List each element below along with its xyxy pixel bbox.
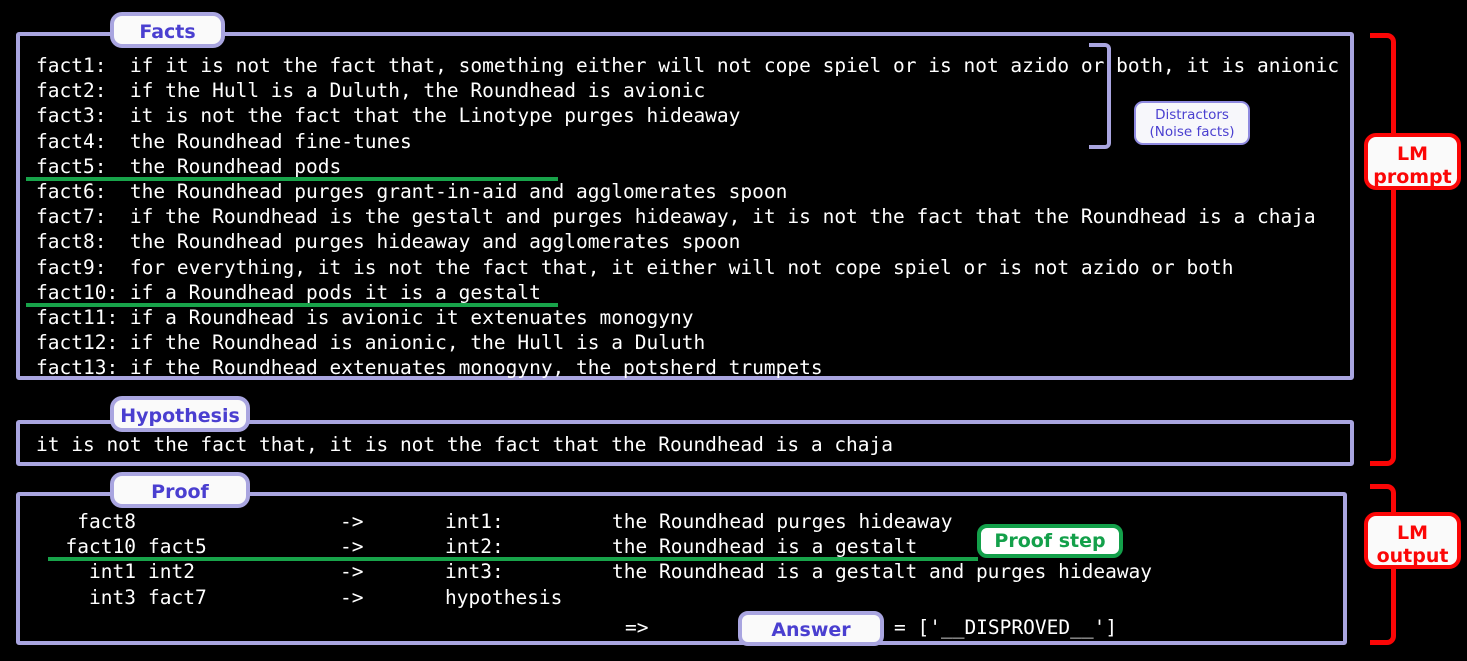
proof-conclusion-id: int1: — [445, 510, 504, 533]
fact-text: fact10: if a Roundhead pods it is a gest… — [36, 280, 541, 304]
answer-arrow: => — [625, 616, 649, 639]
fact-text: fact9: for everything, it is not the fac… — [36, 255, 1234, 279]
fact-text: fact2: if the Hull is a Duluth, the Roun… — [36, 79, 706, 103]
proof-premise-1: fact10 — [65, 535, 136, 559]
distractors-line-1: Distractors — [1155, 107, 1229, 123]
fact-text: fact6: the Roundhead purges grant-in-aid… — [36, 179, 788, 203]
lm-prompt-line-2: prompt — [1373, 166, 1452, 188]
fact-text: fact1: if it is not the fact that, somet… — [36, 54, 1340, 77]
fact-line: fact5: the Roundhead pods — [26, 154, 1346, 181]
proof-conclusion-text: the Roundhead purges hideaway — [612, 510, 953, 533]
distractors-annotation: Distractors (Noise facts) — [1134, 101, 1250, 145]
fact-text: fact13: if the Roundhead extenuates mono… — [36, 356, 823, 380]
fact-line: fact10: if a Roundhead pods it is a gest… — [26, 280, 1346, 307]
fact-text: fact5: the Roundhead pods — [36, 154, 342, 178]
answer-value: = ['__DISPROVED__'] — [894, 616, 1118, 639]
lm-output-line-1: LM — [1396, 522, 1428, 544]
proof-premise-1: fact8 — [77, 510, 136, 533]
proof-premise-1: int3 — [89, 585, 136, 609]
lm-prompt-bracket — [1370, 33, 1396, 466]
fact-line: fact8: the Roundhead purges hideaway and… — [26, 229, 1346, 254]
proof-rows: fact8 -> int1: the Roundhead purges hideawa… — [20, 509, 1343, 610]
proof-step-annotation: Proof step — [977, 524, 1123, 558]
proof-premise-1: int1 — [89, 560, 136, 584]
hypothesis-panel-label: Hypothesis — [110, 396, 250, 432]
proof-conclusion-id: int2: — [445, 535, 504, 559]
lm-output-annotation: LM output — [1364, 512, 1461, 569]
proof-conclusion-id: int3: — [445, 560, 504, 584]
hypothesis-text: it is not the fact that, it is not the f… — [36, 433, 894, 456]
fact-line: fact11: if a Roundhead is avionic it ext… — [26, 305, 1346, 330]
fact-text: fact4: the Roundhead fine-tunes — [36, 129, 412, 153]
fact-line: fact9: for everything, it is not the fac… — [26, 255, 1346, 280]
fact-text: fact7: if the Roundhead is the gestalt a… — [36, 205, 1316, 229]
fact-highlight-underline — [26, 302, 558, 307]
fact-line: fact1: if it is not the fact that, somet… — [26, 53, 1346, 78]
fact-text: fact11: if a Roundhead is avionic it ext… — [36, 305, 694, 329]
fact-line: fact2: if the Hull is a Duluth, the Roun… — [26, 78, 1346, 103]
fact-text: fact8: the Roundhead purges hideaway and… — [36, 230, 741, 254]
proof-row: fact8 -> int1: the Roundhead purges hideawa… — [20, 509, 1343, 534]
fact-text: fact3: it is not the fact that the Linot… — [36, 104, 741, 128]
proof-premise-2: fact5 — [148, 535, 207, 559]
lm-output-line-2: output — [1376, 545, 1449, 567]
lm-prompt-annotation: LM prompt — [1364, 133, 1461, 190]
proof-conclusion-id: hypothesis — [445, 585, 563, 609]
proof-panel: fact8 -> int1: the Roundhead purges hideawa… — [16, 492, 1347, 646]
facts-panel: fact1: if it is not the fact that, somet… — [16, 32, 1354, 380]
screenshot-root: fact1: if it is not the fact that, somet… — [0, 0, 1467, 661]
distractors-bracket — [1089, 43, 1111, 149]
proof-panel-label: Proof — [110, 472, 250, 508]
proof-conclusion-text: the Roundhead is a gestalt and purges hi… — [612, 560, 1153, 584]
distractors-line-2: (Noise facts) — [1149, 124, 1235, 140]
answer-row: => Answer = ['__DISPROVED__'] — [20, 611, 1343, 651]
proof-row: int1 int2 -> int3: the Roundhead is a gestal… — [20, 559, 1343, 584]
lm-prompt-line-1: LM — [1396, 143, 1428, 165]
proof-arrow: -> — [340, 535, 364, 559]
proof-row: fact10 fact5 -> int2: the Roundhead is a ges… — [20, 534, 1343, 562]
proof-arrow: -> — [340, 560, 364, 584]
proof-premise-2: fact7 — [148, 585, 207, 609]
proof-highlight-underline — [48, 557, 978, 562]
proof-conclusion-text: the Roundhead is a gestalt — [612, 535, 918, 559]
proof-premise-2: int2 — [148, 560, 195, 584]
proof-row: int3 fact7 -> hypothesis — [20, 585, 1343, 610]
proof-arrow: -> — [340, 585, 364, 609]
fact-line: fact12: if the Roundhead is anionic, the… — [26, 330, 1346, 355]
fact-text: fact12: if the Roundhead is anionic, the… — [36, 331, 706, 355]
fact-line: fact6: the Roundhead purges grant-in-aid… — [26, 179, 1346, 204]
facts-panel-label: Facts — [110, 12, 225, 48]
answer-chip: Answer — [738, 611, 884, 646]
fact-highlight-underline — [26, 176, 558, 181]
fact-line: fact13: if the Roundhead extenuates mono… — [26, 355, 1346, 380]
fact-line: fact7: if the Roundhead is the gestalt a… — [26, 204, 1346, 229]
proof-arrow: -> — [340, 510, 364, 533]
